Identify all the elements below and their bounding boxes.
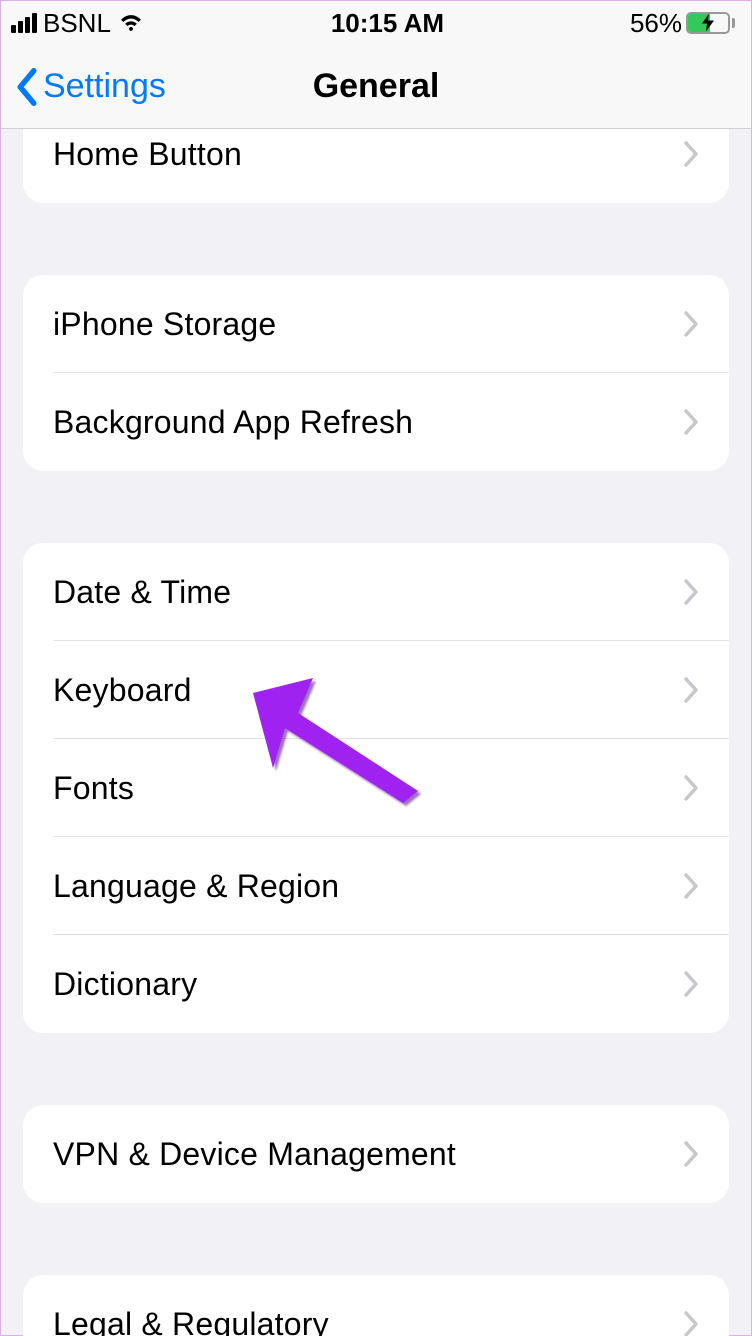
row-iphone-storage[interactable]: iPhone Storage: [23, 275, 729, 373]
row-label: Fonts: [53, 770, 134, 807]
chevron-right-icon: [683, 578, 699, 606]
row-home-button[interactable]: Home Button: [23, 129, 729, 203]
row-language-region[interactable]: Language & Region: [23, 837, 729, 935]
row-label: Background App Refresh: [53, 404, 413, 441]
content-scroll[interactable]: Home Button iPhone Storage Background Ap…: [1, 129, 751, 1336]
row-fonts[interactable]: Fonts: [23, 739, 729, 837]
group-spacer: [23, 203, 729, 275]
row-label: Keyboard: [53, 672, 192, 709]
status-right: 56%: [630, 8, 735, 39]
row-label: iPhone Storage: [53, 306, 276, 343]
chevron-right-icon: [683, 140, 699, 168]
row-label: Home Button: [53, 136, 242, 173]
settings-group: VPN & Device Management: [23, 1105, 729, 1203]
group-spacer: [23, 1203, 729, 1275]
row-label: Language & Region: [53, 868, 339, 905]
back-button[interactable]: Settings: [1, 67, 166, 106]
row-background-app-refresh[interactable]: Background App Refresh: [23, 373, 729, 471]
row-date-time[interactable]: Date & Time: [23, 543, 729, 641]
settings-group: iPhone Storage Background App Refresh: [23, 275, 729, 471]
status-left: BSNL: [11, 8, 145, 39]
row-label: Date & Time: [53, 574, 231, 611]
chevron-right-icon: [683, 310, 699, 338]
chevron-right-icon: [683, 1310, 699, 1336]
battery-percent-label: 56%: [630, 8, 682, 39]
wifi-icon: [117, 8, 145, 39]
settings-group: Legal & Regulatory: [23, 1275, 729, 1336]
charging-bolt-icon: [702, 8, 714, 39]
cellular-signal-icon: [11, 13, 37, 33]
carrier-label: BSNL: [43, 8, 111, 39]
chevron-right-icon: [683, 408, 699, 436]
row-dictionary[interactable]: Dictionary: [23, 935, 729, 1033]
row-label: Dictionary: [53, 966, 197, 1003]
chevron-right-icon: [683, 872, 699, 900]
group-spacer: [23, 471, 729, 543]
chevron-right-icon: [683, 970, 699, 998]
status-bar: BSNL 10:15 AM 56%: [1, 1, 751, 45]
chevron-right-icon: [683, 676, 699, 704]
nav-bar: Settings General: [1, 45, 751, 129]
settings-group: Home Button: [23, 129, 729, 203]
battery-icon: [686, 12, 735, 34]
chevron-right-icon: [683, 774, 699, 802]
group-spacer: [23, 1033, 729, 1105]
row-vpn-device-management[interactable]: VPN & Device Management: [23, 1105, 729, 1203]
chevron-left-icon: [15, 68, 39, 106]
row-label: Legal & Regulatory: [53, 1306, 329, 1336]
chevron-right-icon: [683, 1140, 699, 1168]
status-time: 10:15 AM: [331, 8, 444, 39]
back-label: Settings: [43, 67, 166, 106]
row-legal-regulatory[interactable]: Legal & Regulatory: [23, 1275, 729, 1336]
row-keyboard[interactable]: Keyboard: [23, 641, 729, 739]
row-label: VPN & Device Management: [53, 1136, 456, 1173]
settings-group: Date & Time Keyboard Fonts Language & Re…: [23, 543, 729, 1033]
